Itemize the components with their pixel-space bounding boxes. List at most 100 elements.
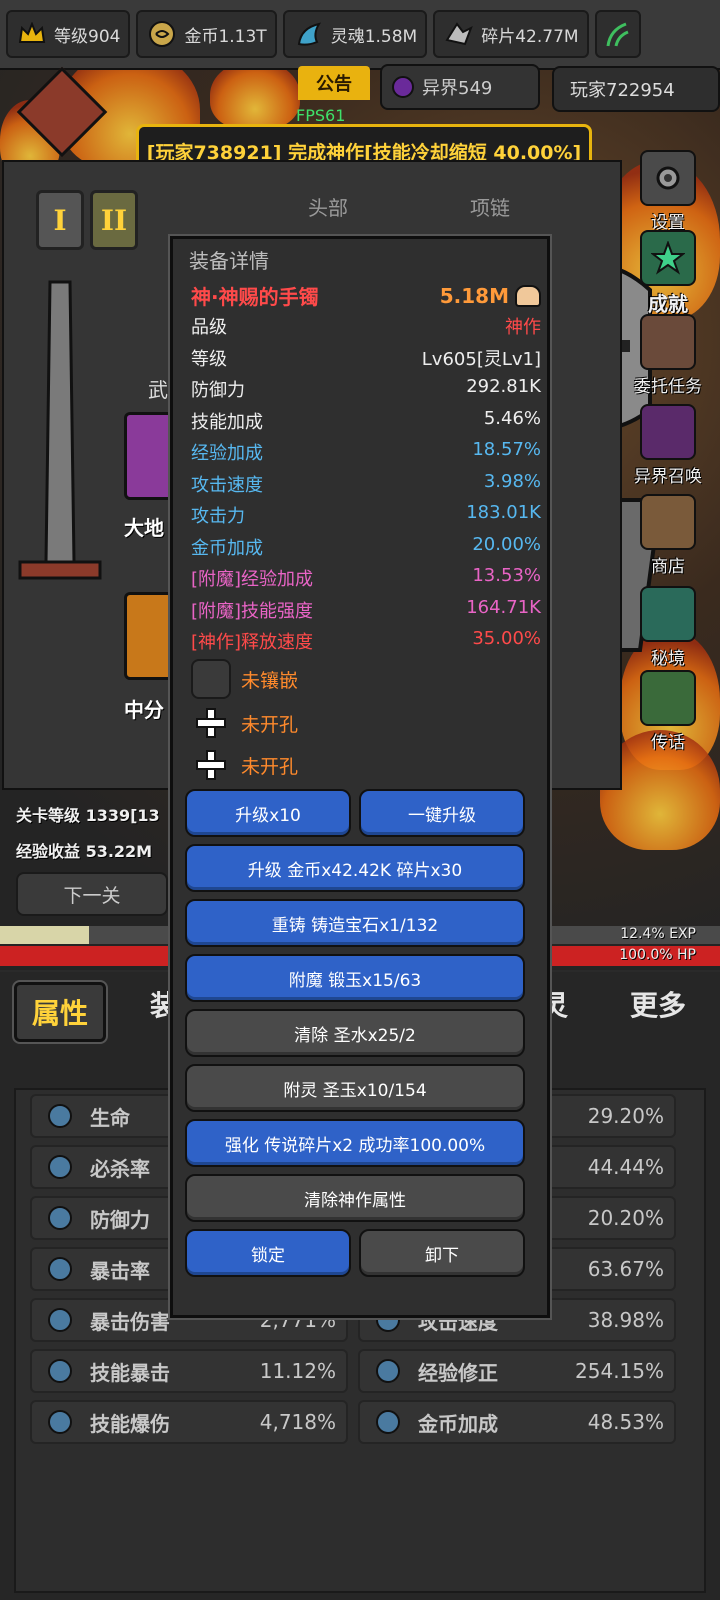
socket-1-label: 未镶嵌: [241, 669, 299, 692]
reforge-button[interactable]: 重铸 铸造宝石x1/132: [185, 899, 525, 947]
next-stage-button[interactable]: 下一关: [16, 872, 168, 916]
socket-1[interactable]: 未镶嵌: [191, 659, 298, 699]
spirit-attach-button[interactable]: 附灵 圣玉x10/154: [185, 1064, 525, 1112]
arm-icon: [515, 284, 541, 307]
shard-resource: 碎片42.77M: [433, 10, 589, 58]
tab-more[interactable]: 更多: [630, 984, 686, 1024]
stat-name: [神作]释放速度: [191, 632, 314, 653]
stat-row: 品级 神作: [191, 313, 541, 339]
stat-row: 攻击力 183.01K: [191, 502, 541, 528]
stat-name: [附魔]经验加成: [191, 569, 314, 590]
stat-row: 等级 Lv605[灵Lv1]: [191, 345, 541, 371]
menu-quest[interactable]: 委托任务: [618, 314, 718, 397]
stat-value: 神作: [505, 317, 541, 338]
tab-attributes[interactable]: 属性: [12, 980, 108, 1044]
enchant-button[interactable]: 附魔 锻玉x15/63: [185, 954, 525, 1002]
attribute-item[interactable]: 技能爆伤 4,718%: [30, 1400, 348, 1444]
flame-icon: [38, 1404, 82, 1440]
player-name[interactable]: 玩家722954: [552, 66, 720, 112]
resource-bar: 等级904 金币1.13T 灵魂1.58M 碎片42.77M: [0, 0, 720, 70]
slash-icon: [38, 1149, 82, 1185]
stat-value: 13.53%: [472, 565, 541, 586]
socket-3[interactable]: 未开孔: [191, 745, 298, 785]
hp-label: 100.0% HP: [619, 947, 696, 963]
sword-icon: [18, 280, 102, 580]
upgrade-all-button[interactable]: 一键升级: [359, 789, 525, 837]
cross-icon: [38, 1098, 82, 1134]
upgrade-button[interactable]: 升级 金币x42.42K 碎片x30: [185, 844, 525, 892]
exp-label: 12.4% EXP: [620, 926, 696, 942]
socket-2[interactable]: 未开孔: [191, 703, 298, 743]
menu-summon-label: 异界召唤: [634, 467, 702, 487]
equipment-detail-dialog: 装备详情 神·神赐的手镯 5.18M 品级 神作 等级 Lv605[灵Lv1] 防御力 2…: [170, 236, 550, 1318]
item-name: 神·神赐的手镯: [191, 285, 319, 309]
stat-value: 183.01K: [466, 502, 541, 523]
announce-button[interactable]: 公告: [298, 66, 370, 100]
socket-3-label: 未开孔: [241, 755, 299, 778]
attribute-item[interactable]: 技能暴击 11.12%: [30, 1349, 348, 1393]
stat-value: 20.00%: [472, 533, 541, 555]
gold-resource: 金币1.13T: [136, 10, 277, 58]
menu-realm-label: 秘境: [651, 649, 685, 669]
attribute-value: 29.20%: [587, 1104, 664, 1128]
clear-button[interactable]: 清除 圣水x25/2: [185, 1009, 525, 1057]
col-neck: 项链: [470, 196, 510, 220]
menu-achievement[interactable]: 成就: [618, 230, 718, 317]
item-header: 神·神赐的手镯 5.18M: [191, 281, 541, 310]
coin-icon: [366, 1404, 410, 1440]
shard-icon: [443, 18, 475, 50]
strengthen-button[interactable]: 强化 传说碎片x2 成功率100.00%: [185, 1119, 525, 1167]
clear-divine-button[interactable]: 清除神作属性: [185, 1174, 525, 1222]
shield-icon: [38, 1200, 82, 1236]
fps-counter: FPS61: [296, 106, 346, 125]
portal-icon: [640, 404, 696, 460]
shard-text: 碎片42.77M: [481, 26, 579, 47]
attribute-item[interactable]: 经验修正 254.15%: [358, 1349, 676, 1393]
empty-socket-icon: [191, 659, 231, 699]
item-power: 5.18M: [439, 283, 509, 308]
stat-row: [附魔]经验加成 13.53%: [191, 565, 541, 591]
unequip-button[interactable]: 卸下: [359, 1229, 525, 1277]
star-icon: [640, 230, 696, 286]
signal-icon: [606, 22, 629, 47]
dialog-title: 装备详情: [189, 249, 269, 273]
coin-icon: [146, 18, 178, 50]
equip-set-tab-2[interactable]: II: [90, 190, 138, 250]
equip-set-tab-1[interactable]: I: [36, 190, 84, 250]
scroll-icon: [640, 314, 696, 370]
menu-horn[interactable]: 传话: [618, 670, 718, 753]
flame-icon: [38, 1353, 82, 1389]
realm-icon: [640, 586, 696, 642]
upgrade-x10-button[interactable]: 升级x10: [185, 789, 351, 837]
stat-row: 攻击速度 3.98%: [191, 471, 541, 497]
stat-value: 35.00%: [472, 628, 541, 649]
otherworld-button[interactable]: 异界549: [380, 64, 540, 110]
stat-name: 攻击力: [191, 506, 245, 527]
stat-row: [神作]释放速度 35.00%: [191, 628, 541, 654]
attribute-name: 技能爆伤: [90, 1411, 170, 1436]
attribute-name: 技能暴击: [90, 1360, 170, 1385]
stat-row: 防御力 292.81K: [191, 376, 541, 402]
attribute-value: 254.15%: [575, 1359, 664, 1383]
stat-row: 经验加成 18.57%: [191, 439, 541, 465]
menu-settings[interactable]: 设置: [618, 150, 718, 233]
stat-name: 防御力: [191, 380, 245, 401]
menu-quest-label: 委托任务: [634, 377, 702, 397]
attribute-item[interactable]: 金币加成 48.53%: [358, 1400, 676, 1444]
horn-icon: [640, 670, 696, 726]
crown-icon: [366, 1353, 410, 1389]
lock-button[interactable]: 锁定: [185, 1229, 351, 1277]
stat-value: 5.46%: [483, 407, 541, 429]
stage-level: 关卡等级 1339[13: [16, 806, 160, 825]
soul-text: 灵魂1.58M: [330, 26, 418, 47]
menu-summon[interactable]: 异界召唤: [618, 404, 718, 487]
menu-shop-label: 商店: [651, 557, 685, 577]
menu-realm[interactable]: 秘境: [618, 586, 718, 669]
menu-shop[interactable]: 商店: [618, 494, 718, 577]
signal-button[interactable]: [594, 10, 641, 58]
stat-value: 18.57%: [472, 439, 541, 460]
stat-row: 技能加成 5.46%: [191, 408, 541, 434]
weapon-slot-label: 大地: [124, 516, 164, 540]
stat-name: 金币加成: [191, 537, 263, 559]
stat-row: [附魔]技能强度 164.71K: [191, 597, 541, 623]
